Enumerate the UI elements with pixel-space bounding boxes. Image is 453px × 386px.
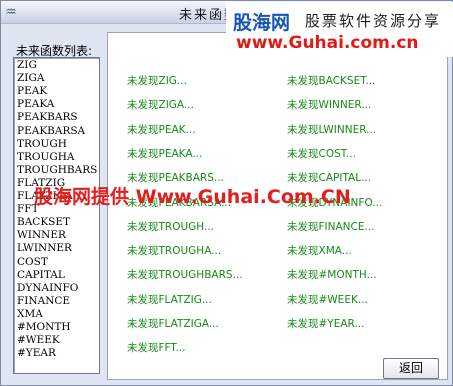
function-list-item[interactable]: PEAKA <box>17 98 54 111</box>
function-list-item[interactable]: LWINNER <box>17 242 72 255</box>
result-item: 未发现BACKSET... <box>287 75 376 87</box>
function-list-item[interactable]: PEAKBARSA <box>17 125 85 138</box>
function-list-item[interactable]: BACKSET <box>17 216 70 229</box>
result-item: 未发现ZIG... <box>127 75 187 87</box>
function-list-item[interactable]: #MONTH <box>17 321 71 334</box>
result-item: 未发现PEAKA... <box>127 147 203 160</box>
back-button[interactable]: 返回 <box>383 358 439 379</box>
result-item: 未发现FLATZIGA... <box>127 318 219 330</box>
result-item: 未发现FFT... <box>127 342 186 355</box>
result-item: 未发现#YEAR... <box>287 318 365 330</box>
app-icon: ♒ <box>5 5 17 20</box>
watermark-banner: 股海网 股票软件资源分享 www.Guhai.com.cn <box>226 2 453 57</box>
watermark-url: www.Guhai.com.cn <box>236 33 419 53</box>
function-list-item[interactable]: DYNAINFO <box>17 282 78 295</box>
result-item: 未发现PEAK... <box>127 123 196 136</box>
result-item: 未发现WINNER... <box>287 99 372 112</box>
result-item: 未发现#MONTH... <box>287 269 377 282</box>
result-item: 未发现COST... <box>287 147 356 160</box>
function-list-item[interactable]: CAPITAL <box>17 269 65 282</box>
function-list-item[interactable]: PEAKBARS <box>17 111 78 124</box>
function-list-item[interactable]: TROUGHBARS <box>17 164 97 177</box>
result-item: 未发现TROUGHA... <box>127 245 222 258</box>
function-list-item[interactable]: TROUGH <box>17 138 67 151</box>
watermark-slogan: 股票软件资源分享 <box>305 12 442 30</box>
result-item: 未发现#WEEK... <box>287 293 368 306</box>
function-list-item[interactable]: PEAK <box>17 85 47 98</box>
result-item: 未发现TROUGH... <box>127 220 215 233</box>
result-item: 未发现TROUGHBARS... <box>127 269 243 282</box>
function-list-item[interactable]: ZIG <box>17 59 37 72</box>
function-list-item[interactable]: WINNER <box>17 229 66 242</box>
function-list-item[interactable]: #YEAR <box>17 347 56 360</box>
function-list-item[interactable]: ZIGA <box>17 72 44 85</box>
result-item: 未发现FINANCE... <box>287 220 375 233</box>
function-list-item[interactable]: COST <box>17 256 48 269</box>
function-list-item[interactable]: FINANCE <box>17 295 70 308</box>
function-list-item[interactable]: XMA <box>17 308 43 321</box>
result-item: 未发现ZIGA... <box>127 99 194 112</box>
overlay-watermark: 股海网提供 Www.Guhai.Com.CN <box>34 186 351 208</box>
function-list-item[interactable]: TROUGHA <box>17 151 75 164</box>
watermark-logo: 股海网 <box>233 12 291 34</box>
result-item: 未发现LWINNER... <box>287 123 377 136</box>
result-item: 未发现FLATZIG... <box>127 293 212 306</box>
function-list-item[interactable]: #WEEK <box>17 334 60 347</box>
result-item: 未发现XMA... <box>287 245 352 258</box>
function-list[interactable]: ZIG ZIGA PEAK PEAKA PEAKBARS PEAKBARSA TROUGH T… <box>13 57 100 374</box>
